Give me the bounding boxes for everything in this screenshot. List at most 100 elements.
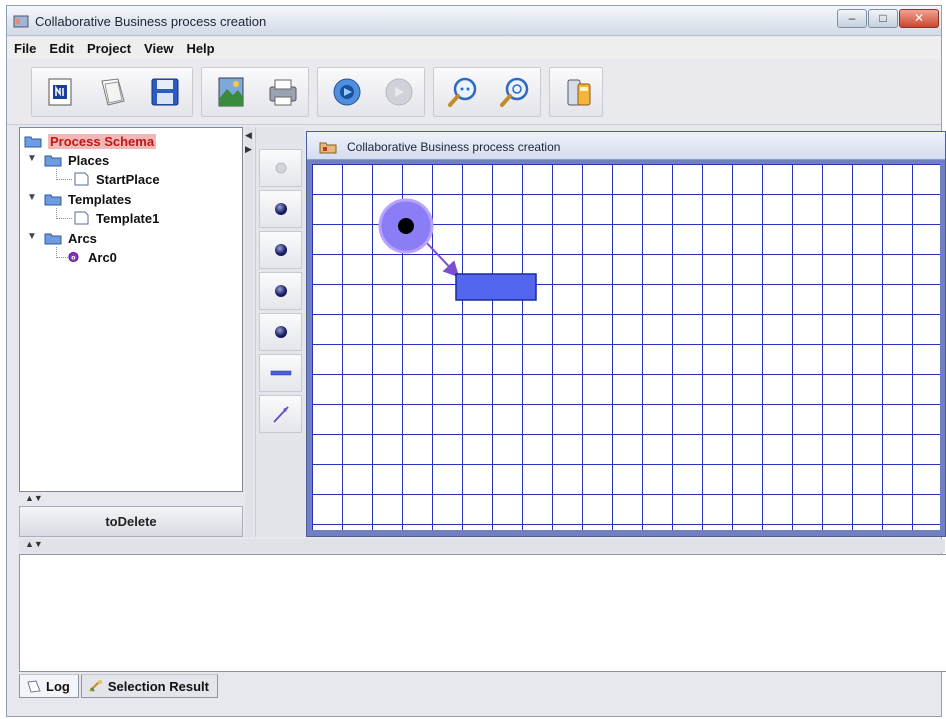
tree-node-arcs[interactable]: Arcs (44, 229, 97, 247)
transition-icon (270, 370, 291, 376)
horizontal-split-divider[interactable]: ▲▼ (19, 539, 945, 553)
print-button[interactable] (261, 70, 305, 114)
palette-place-button[interactable] (259, 190, 302, 228)
print-icon (269, 79, 297, 106)
image-icon (218, 77, 244, 107)
palette-transition-button[interactable] (259, 354, 302, 392)
close-button[interactable]: ✕ (899, 9, 939, 28)
split-arrows-icon[interactable]: ▲▼ (25, 539, 43, 549)
palette-place-button[interactable] (259, 313, 302, 351)
vertical-split-divider[interactable]: ◀ ▶ (245, 127, 253, 537)
new-button[interactable] (39, 70, 83, 114)
expand-toggle-icon[interactable]: ▼ (27, 192, 37, 203)
tab-selection-result[interactable]: Selection Result (80, 674, 218, 698)
zoom-out-icon (448, 77, 477, 107)
tab-log[interactable]: Log (19, 674, 79, 698)
log-icon (27, 680, 41, 693)
tree-node-places[interactable]: Places (44, 151, 109, 169)
tree-connector (56, 208, 72, 219)
project-tree: Process Schema ▼ Places StartPlace ▼ Tem… (19, 127, 243, 492)
menu-file[interactable]: File (7, 37, 42, 59)
arc-node-icon: o (68, 251, 79, 263)
zoom-in-button[interactable] (493, 70, 537, 114)
editor-internal-frame: Collaborative Business process creation (306, 131, 946, 537)
process-canvas[interactable] (312, 164, 940, 530)
settings-button[interactable] (557, 70, 601, 114)
palette-token-button[interactable] (259, 149, 302, 187)
maximize-icon: □ (879, 11, 887, 25)
tree-node-label: Arcs (68, 230, 97, 246)
expand-toggle-icon[interactable]: ▼ (27, 153, 37, 164)
arc0-edge[interactable] (423, 239, 460, 278)
document-icon (74, 172, 89, 186)
palette-arc-button[interactable] (259, 395, 302, 433)
menu-view[interactable]: View (137, 37, 179, 59)
element-palette (255, 127, 305, 537)
open-icon (101, 78, 125, 106)
tree-leaf-label: StartPlace (96, 171, 160, 187)
split-arrows-icon[interactable]: ▲▼ (25, 493, 43, 503)
place-icon (274, 244, 287, 256)
expand-toggle-icon[interactable]: ▼ (27, 231, 37, 242)
image-button[interactable] (209, 70, 253, 114)
folder-open-icon (44, 233, 62, 245)
app-icon (13, 15, 29, 28)
template1-transition[interactable] (455, 273, 537, 301)
place-icon (274, 326, 287, 338)
palette-place-button[interactable] (259, 231, 302, 269)
palette-place-button[interactable] (259, 272, 302, 310)
run-button[interactable] (325, 70, 369, 114)
app-window: Collaborative Business process creation … (6, 5, 946, 717)
log-output-area[interactable] (19, 554, 946, 672)
tree-connector (56, 169, 72, 180)
tree-leaf-template1[interactable]: Template1 (72, 209, 159, 227)
tree-node-label: Templates (68, 191, 132, 207)
folder-open-icon (44, 155, 62, 167)
close-icon: ✕ (913, 11, 925, 25)
new-icon (48, 78, 72, 106)
window-title: Collaborative Business process creation (35, 14, 267, 29)
tree-node-templates[interactable]: Templates (44, 190, 131, 208)
place-icon (274, 285, 287, 297)
tree-connector (56, 247, 68, 258)
toolbar (7, 59, 941, 125)
todelete-button[interactable]: toDelete (19, 506, 243, 537)
folder-open-icon (24, 136, 42, 148)
document-icon (74, 211, 89, 225)
save-button[interactable] (143, 70, 187, 114)
svg-text:o: o (71, 254, 75, 261)
process-diagram (378, 198, 537, 301)
zoom-in-icon (500, 77, 529, 107)
zoom-out-button[interactable] (441, 70, 485, 114)
tree-root[interactable]: Process Schema (24, 132, 157, 150)
stop-icon (385, 78, 413, 106)
save-icon (151, 78, 179, 106)
maximize-button[interactable]: □ (868, 9, 898, 28)
menu-project[interactable]: Project (80, 37, 137, 59)
title-bar: Collaborative Business process creation … (7, 6, 941, 36)
tree-leaf-arc0[interactable]: o Arc0 (68, 248, 117, 266)
token-place-icon (275, 162, 286, 174)
tree-leaf-label: Template1 (96, 210, 160, 226)
tree-leaf-label: Arc0 (88, 249, 117, 265)
menu-bar: File Edit Project View Help (7, 37, 941, 59)
minimize-button[interactable]: – (837, 9, 867, 28)
canvas-title: Collaborative Business process creation (347, 140, 561, 154)
menu-edit[interactable]: Edit (42, 37, 80, 59)
tab-label: Selection Result (107, 678, 209, 694)
menu-help[interactable]: Help (179, 37, 220, 59)
run-icon (333, 78, 361, 106)
bottom-tabs: Log Selection Result (19, 674, 220, 700)
tree-root-label: Process Schema (48, 133, 157, 149)
token-dot (398, 218, 414, 234)
settings-icon (567, 79, 591, 106)
tree-node-label: Places (68, 152, 110, 168)
tab-label: Log (46, 678, 70, 694)
place-icon (274, 203, 287, 215)
collapse-left-icon[interactable]: ◀ (245, 130, 252, 141)
collapse-right-icon[interactable]: ▶ (245, 144, 252, 155)
tree-leaf-startplace[interactable]: StartPlace (72, 170, 160, 188)
stop-button[interactable] (377, 70, 421, 114)
canvas-title-bar: Collaborative Business process creation (307, 132, 945, 160)
open-button[interactable] (91, 70, 135, 114)
